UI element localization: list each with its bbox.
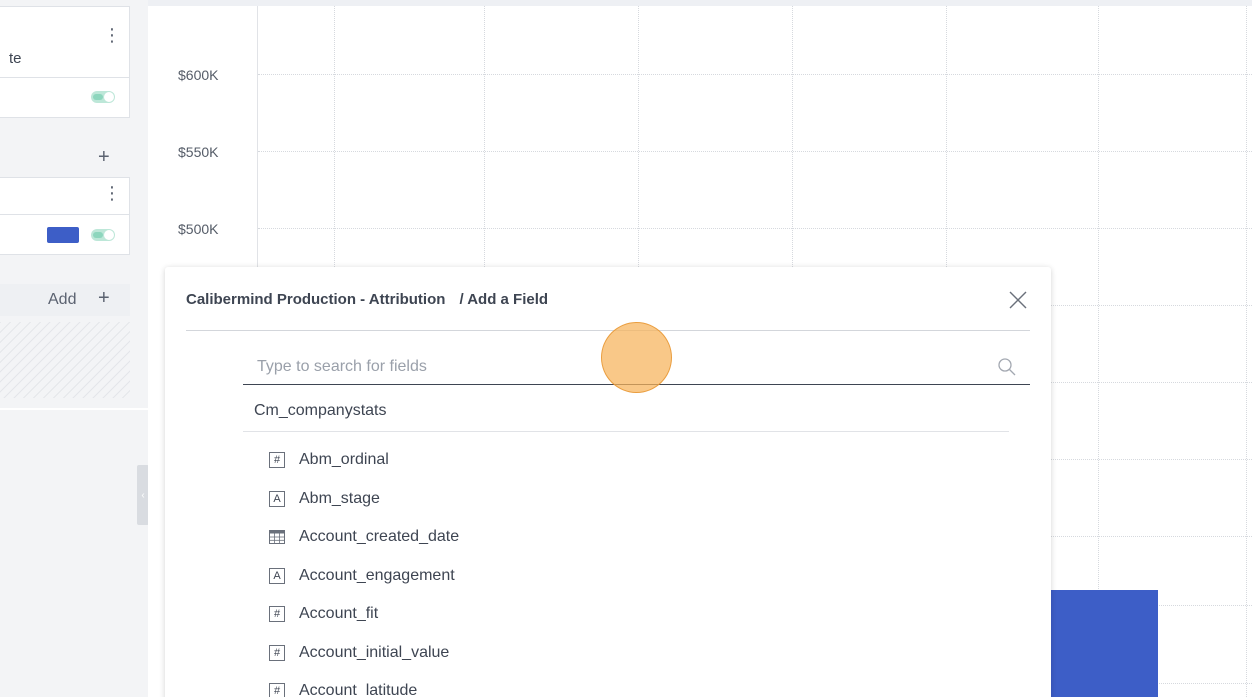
number-type-icon: #: [269, 644, 285, 661]
divider: [186, 330, 1030, 331]
visibility-toggle[interactable]: [91, 91, 115, 103]
field-group-label: Cm_companystats: [254, 402, 387, 419]
calendar-icon: [269, 529, 285, 545]
field-name: Abm_stage: [299, 489, 380, 507]
series-color-swatch[interactable]: [47, 227, 79, 243]
field-list: # Abm_ordinal A Abm_stage Account_create…: [269, 441, 769, 697]
gridline: [258, 74, 1252, 75]
value-card: ⋮ te: [0, 6, 130, 118]
text-type-icon: A: [269, 490, 285, 507]
field-name: Account_engagement: [299, 566, 455, 584]
close-icon[interactable]: [1007, 289, 1029, 311]
field-item-account-latitude[interactable]: # Account_latitude: [269, 672, 769, 697]
field-item-account-created-date[interactable]: Account_created_date: [269, 518, 769, 557]
left-sidebar: ⋮ te + ⋮ Add +: [0, 0, 148, 697]
gridline: [258, 151, 1252, 152]
add-field-dialog: Calibermind Production - Attribution / Ad…: [165, 267, 1051, 697]
click-indicator: [601, 322, 672, 393]
field-item-account-engagement[interactable]: A Account_engagement: [269, 557, 769, 596]
y-tick-label: $550K: [178, 144, 219, 160]
add-series-icon[interactable]: +: [98, 147, 110, 167]
add-icon[interactable]: +: [98, 288, 110, 308]
value-card-label: te: [9, 50, 22, 67]
series-visibility-toggle[interactable]: [91, 229, 115, 241]
kebab-menu-icon[interactable]: ⋮: [103, 183, 121, 203]
breadcrumb-source: Calibermind Production - Attribution: [186, 291, 446, 308]
field-name: Account_initial_value: [299, 643, 450, 661]
field-name: Account_created_date: [299, 528, 460, 546]
field-item-abm-ordinal[interactable]: # Abm_ordinal: [269, 441, 769, 480]
series-card: ⋮: [0, 177, 130, 255]
field-item-abm-stage[interactable]: A Abm_stage: [269, 480, 769, 519]
breadcrumb-page: / Add a Field: [459, 291, 549, 308]
kebab-menu-icon[interactable]: ⋮: [103, 25, 121, 45]
field-item-account-initial-value[interactable]: # Account_initial_value: [269, 634, 769, 673]
drop-zone[interactable]: [0, 322, 130, 398]
text-type-icon: A: [269, 567, 285, 584]
add-row[interactable]: Add +: [0, 284, 130, 316]
gridline: [258, 228, 1252, 229]
gridline: [1246, 6, 1247, 697]
field-name: Account_latitude: [299, 682, 418, 697]
search-icon[interactable]: [997, 357, 1017, 377]
number-type-icon: #: [269, 452, 285, 469]
field-item-account-fit[interactable]: # Account_fit: [269, 595, 769, 634]
dialog-breadcrumb: Calibermind Production - Attribution / Ad…: [186, 291, 548, 308]
chart-bar[interactable]: [1051, 590, 1158, 697]
number-type-icon: #: [269, 683, 285, 697]
number-type-icon: #: [269, 606, 285, 623]
field-name: Account_fit: [299, 605, 379, 623]
y-tick-label: $500K: [178, 221, 219, 237]
add-label: Add: [48, 291, 77, 308]
y-tick-label: $600K: [178, 67, 219, 83]
divider: [243, 431, 1009, 432]
field-name: Abm_ordinal: [299, 451, 389, 469]
